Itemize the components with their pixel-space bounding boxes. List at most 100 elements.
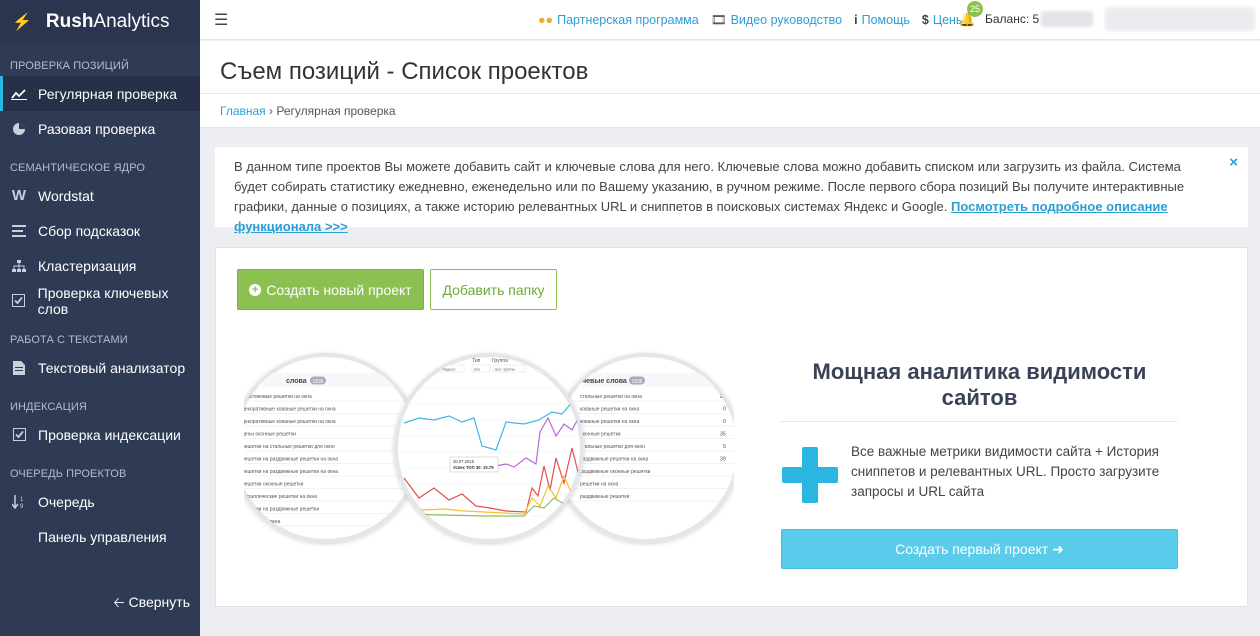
sidebar-section-positions: ПРОВЕРКА ПОЗИЦИЙ <box>10 60 129 72</box>
right-keyword-row: кованые решетки на окна <box>580 419 639 425</box>
video-guide-label: Видео руководство <box>730 13 843 27</box>
svg-text:9: 9 <box>20 504 24 509</box>
help-label: Помощь <box>861 13 910 27</box>
partner-program-link[interactable]: ●● Партнерская программа <box>538 13 699 27</box>
plus-circle-icon: + <box>249 283 262 296</box>
right-list-header: очевые слова <box>578 378 627 385</box>
promo-title: Мощная аналитика видимости сайтов <box>812 359 1147 410</box>
left-keyword-row: декоративные кованые решетки на окна <box>244 407 336 413</box>
right-keyword-row: решетки на окна <box>580 482 619 488</box>
create-first-project-button[interactable]: Создать первый проект ➜ <box>781 529 1178 569</box>
right-keyword-row: раздвижные решетки на окна <box>580 457 648 463</box>
add-folder-button[interactable]: Добавить папку <box>430 269 557 310</box>
wordstat-w-icon: W <box>11 187 27 204</box>
svg-text:1: 1 <box>20 497 24 503</box>
film-icon: 🎞 <box>710 12 727 27</box>
sidebar-item-queue[interactable]: 19 Очередь <box>0 484 200 519</box>
header-divider <box>200 93 1260 94</box>
sidebar-item-suggestions[interactable]: Сбор подсказок <box>0 213 200 248</box>
info-icon: i <box>854 13 858 27</box>
chart-tooltip-date: 30.07.2015 <box>453 459 475 464</box>
sidebar-item-text-analyzer[interactable]: Текстовый анализатор <box>0 350 200 385</box>
right-keyword-value: 0 <box>723 407 726 413</box>
breadcrumb-home-link[interactable]: Главная <box>220 104 266 118</box>
create-first-project-label: Создать первый проект <box>895 541 1049 557</box>
help-link[interactable]: i Помощь <box>854 13 910 27</box>
lens-header-bg <box>244 373 418 387</box>
arrow-left-icon: 🡠 <box>113 594 125 610</box>
sidebar-item-keyword-check[interactable]: Проверка ключевых слов <box>0 283 200 318</box>
sidebar-item-clustering[interactable]: Кластеризация <box>0 248 200 283</box>
right-keyword-row: стальные решетки для окон <box>580 444 645 450</box>
hamburger-menu-icon[interactable]: ☰ <box>214 10 228 30</box>
users-icon: ●● <box>538 13 554 27</box>
right-keyword-value: 35 <box>720 432 726 438</box>
right-keyword-row: стальные решетки на окна <box>580 394 642 400</box>
balance-value-blurred <box>1041 11 1093 27</box>
big-plus-icon <box>782 447 838 503</box>
sidebar-item-label: Текстовый анализатор <box>38 359 186 376</box>
right-keyword-row: раздвижные решетки <box>580 494 630 500</box>
promo-text: Все важные метрики видимости сайта + Ист… <box>851 444 1160 499</box>
sidebar-item-label: Разовая проверка <box>38 120 156 137</box>
alert-close-button[interactable]: × <box>1229 153 1238 173</box>
center-chart-lens: Тип ГруппаЯндекс все все группы Мини30.07.20… <box>394 353 584 543</box>
chart-filter-label: все группы <box>495 366 515 371</box>
sidebar-section-queue: ОЧЕРЕДЬ ПРОЕКТОВ <box>10 468 127 480</box>
sidebar: ⚡ Rush Analytics ПРОВЕРКА ПОЗИЦИЙ Регуляр… <box>0 0 200 636</box>
sidebar-item-control-panel[interactable]: Панель управления <box>0 519 200 554</box>
document-icon <box>10 360 28 375</box>
left-keyword-row: пластиковые решетки на окна <box>244 394 312 400</box>
left-keyword-row: решетки на раздвижные решетки на окна <box>244 457 338 463</box>
partner-program-label: Партнерская программа <box>557 13 699 27</box>
notification-count-badge: 25 <box>967 1 983 17</box>
left-keyword-row: цены оконные решетки <box>244 432 296 438</box>
sidebar-collapse-button[interactable]: 🡠 Свернуть <box>0 592 200 616</box>
analytics-illustration: слова 1836 пластиковые решетки на окна деко… <box>244 353 734 543</box>
sitemap-icon <box>10 259 28 272</box>
sidebar-section-texts: РАБОТА С ТЕКСТАМИ <box>10 334 128 346</box>
page-title: Съем позиций - Список проектов <box>220 58 589 85</box>
top-links: ●● Партнерская программа 🎞 Видео руковод… <box>538 0 977 40</box>
sidebar-section-semantic: СЕМАНТИЧЕСКОЕ ЯДРО <box>10 162 146 174</box>
right-keyword-value: 39 <box>720 457 726 463</box>
page-header: Съем позиций - Список проектов Главная ›… <box>200 41 1260 128</box>
brand-logo[interactable]: ⚡ Rush Analytics <box>0 0 200 44</box>
sidebar-item-regular-check[interactable]: Регулярная проверка <box>0 76 200 111</box>
right-keyword-row: кованые решетки на окна <box>580 407 639 413</box>
chart-filter-label: все <box>474 366 481 371</box>
breadcrumb: Главная › Регулярная проверка <box>220 104 396 118</box>
breadcrumb-current: Регулярная проверка <box>276 104 396 118</box>
left-keyword-row: декоративные кованые решетки на окна <box>244 419 336 425</box>
projects-panel: + Создать новый проект Добавить папку сл… <box>215 247 1248 607</box>
sidebar-item-label: Регулярная проверка <box>38 85 178 102</box>
line-chart-icon <box>10 88 28 100</box>
right-keyword-value: 5 <box>723 444 726 450</box>
left-keyword-row: решетки на раздвижные решетки на окна <box>244 469 338 475</box>
bolt-icon: ⚡ <box>12 14 32 31</box>
right-keyword-value: 0 <box>723 419 726 425</box>
video-guide-link[interactable]: 🎞 Видео руководство <box>711 13 842 28</box>
left-keyword-row: решетки оконные решетки <box>244 482 304 488</box>
balance-label: Баланс: 5 <box>985 12 1040 26</box>
create-project-button[interactable]: + Создать новый проект <box>237 269 424 310</box>
sidebar-item-index-check[interactable]: Проверка индексации <box>0 417 200 452</box>
pie-chart-icon <box>10 122 28 136</box>
sidebar-item-label: Сбор подсказок <box>38 222 141 239</box>
sidebar-item-wordstat[interactable]: W Wordstat <box>0 178 200 213</box>
sidebar-item-label: Проверка ключевых слов <box>37 284 169 317</box>
left-list-header: слова <box>286 378 307 385</box>
sort-numeric-icon: 19 <box>10 494 28 509</box>
left-keyword-row: металлические решетки на окна <box>244 494 317 500</box>
sidebar-item-single-check[interactable]: Разовая проверка <box>0 111 200 146</box>
create-project-label: Создать новый проект <box>266 281 412 298</box>
info-alert: В данном типе проектов Вы можете добавит… <box>215 147 1248 234</box>
sidebar-item-label: Панель управления <box>38 528 167 545</box>
right-keyword-row: раздвижные оконные решетки <box>580 469 651 475</box>
sidebar-section-indexing: ИНДЕКСАЦИЯ <box>10 401 87 413</box>
user-account-blurred[interactable] <box>1105 7 1255 31</box>
left-keyword-row: решетки на стальные решетки для окон <box>244 444 335 450</box>
chart-tab: Группа <box>492 358 508 364</box>
chart-tab: Тип <box>472 358 481 364</box>
brand-name-light: Analytics <box>93 11 170 32</box>
